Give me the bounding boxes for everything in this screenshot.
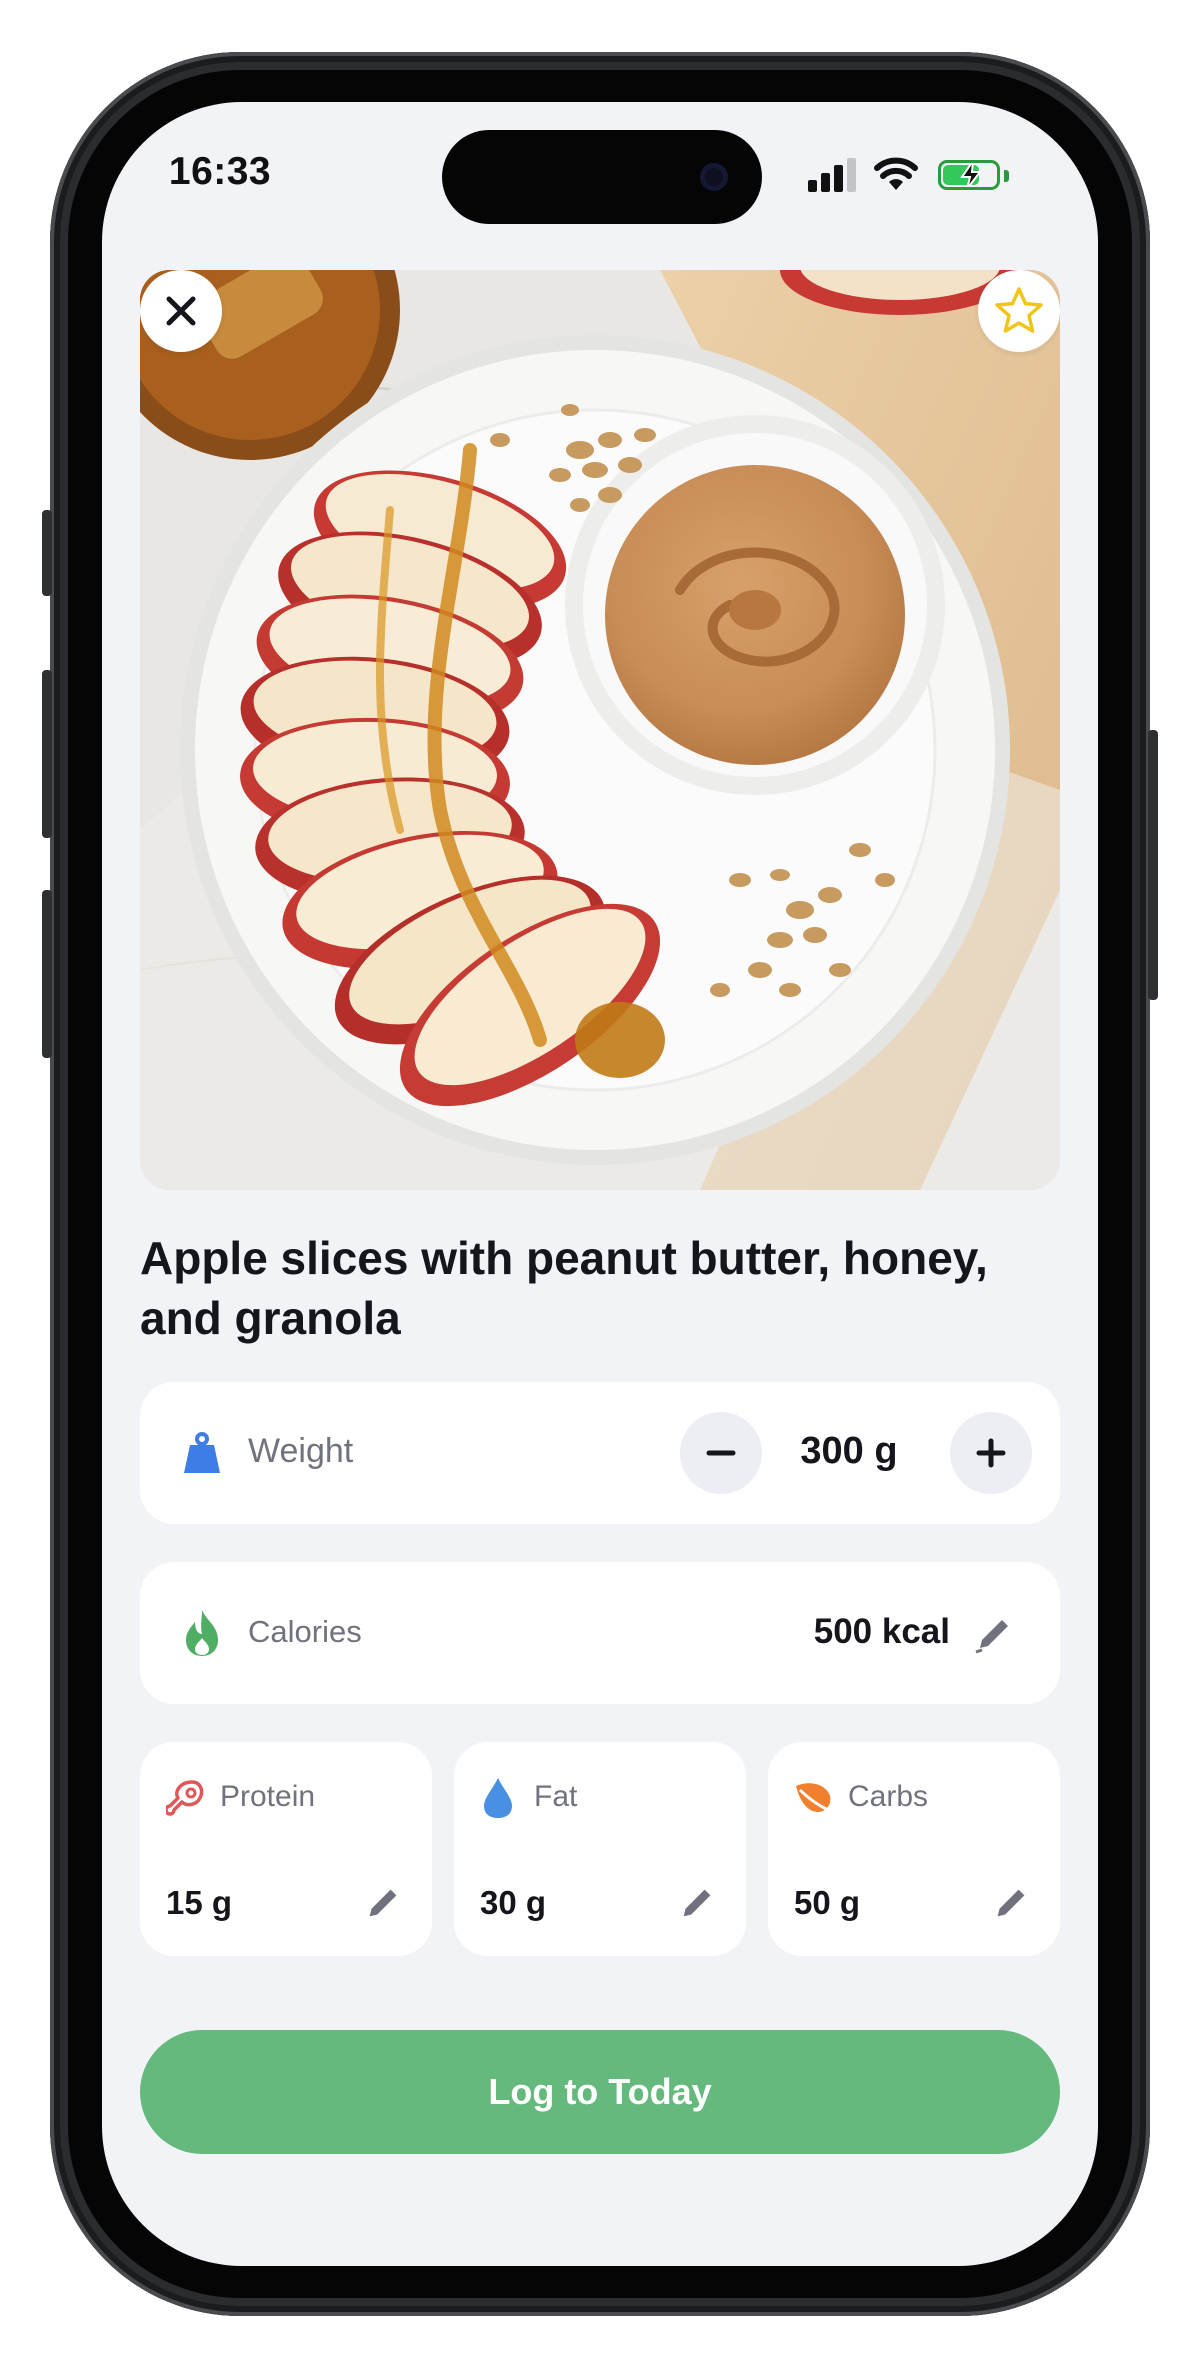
edit-calories-icon[interactable] bbox=[972, 1612, 1016, 1656]
cellular-signal-icon bbox=[808, 156, 858, 192]
weight-card: Weight 300 g bbox=[140, 1382, 1060, 1524]
increase-weight-button[interactable] bbox=[950, 1412, 1032, 1494]
battery-icon bbox=[938, 160, 1000, 190]
star-icon bbox=[995, 287, 1043, 333]
calories-label: Calories bbox=[248, 1614, 362, 1649]
protein-label: Protein bbox=[220, 1780, 316, 1813]
dynamic-island bbox=[442, 130, 762, 224]
carbs-value: 50 g bbox=[794, 1884, 861, 1921]
meal-photo bbox=[140, 270, 1060, 1190]
charging-bolt-icon bbox=[960, 163, 983, 187]
weight-value[interactable]: 300 g bbox=[776, 1430, 922, 1473]
meal-title: Apple slices with peanut butter, honey, … bbox=[140, 1232, 988, 1344]
weight-icon bbox=[184, 1432, 220, 1473]
edit-fat-icon[interactable] bbox=[676, 1882, 718, 1924]
meal-photo-illustration bbox=[140, 270, 1060, 1190]
status-time: 16:33 bbox=[168, 150, 272, 193]
edit-carbs-icon[interactable] bbox=[990, 1882, 1032, 1924]
carbs-card: Carbs 50 g bbox=[768, 1742, 1060, 1956]
meat-icon bbox=[166, 1780, 204, 1816]
minus-icon bbox=[706, 1450, 736, 1456]
leaf-icon bbox=[796, 1783, 831, 1812]
decrease-weight-button[interactable] bbox=[680, 1412, 762, 1494]
protein-card: Protein 15 g bbox=[140, 1742, 432, 1956]
close-button[interactable] bbox=[140, 270, 222, 352]
edit-protein-icon[interactable] bbox=[362, 1882, 404, 1924]
flame-icon bbox=[186, 1610, 218, 1656]
wifi-icon bbox=[874, 157, 918, 190]
fat-value: 30 g bbox=[480, 1884, 547, 1921]
power-button bbox=[1148, 730, 1158, 1000]
protein-value: 15 g bbox=[166, 1884, 233, 1921]
drop-icon bbox=[484, 1778, 512, 1818]
volume-down-button bbox=[42, 890, 52, 1058]
weight-label: Weight bbox=[248, 1432, 354, 1470]
plus-icon bbox=[976, 1438, 1006, 1468]
fat-card: Fat 30 g bbox=[454, 1742, 746, 1956]
volume-up-button bbox=[42, 670, 52, 838]
front-camera bbox=[700, 163, 728, 191]
action-button bbox=[42, 510, 52, 596]
close-icon bbox=[166, 296, 196, 326]
log-to-today-button[interactable]: Log to Today bbox=[140, 2030, 1060, 2154]
carbs-label: Carbs bbox=[848, 1780, 929, 1813]
calories-card: Calories 500 kcal bbox=[140, 1562, 1060, 1704]
calories-value: 500 kcal bbox=[813, 1612, 950, 1651]
favorite-button[interactable] bbox=[978, 270, 1060, 352]
fat-label: Fat bbox=[534, 1780, 578, 1813]
